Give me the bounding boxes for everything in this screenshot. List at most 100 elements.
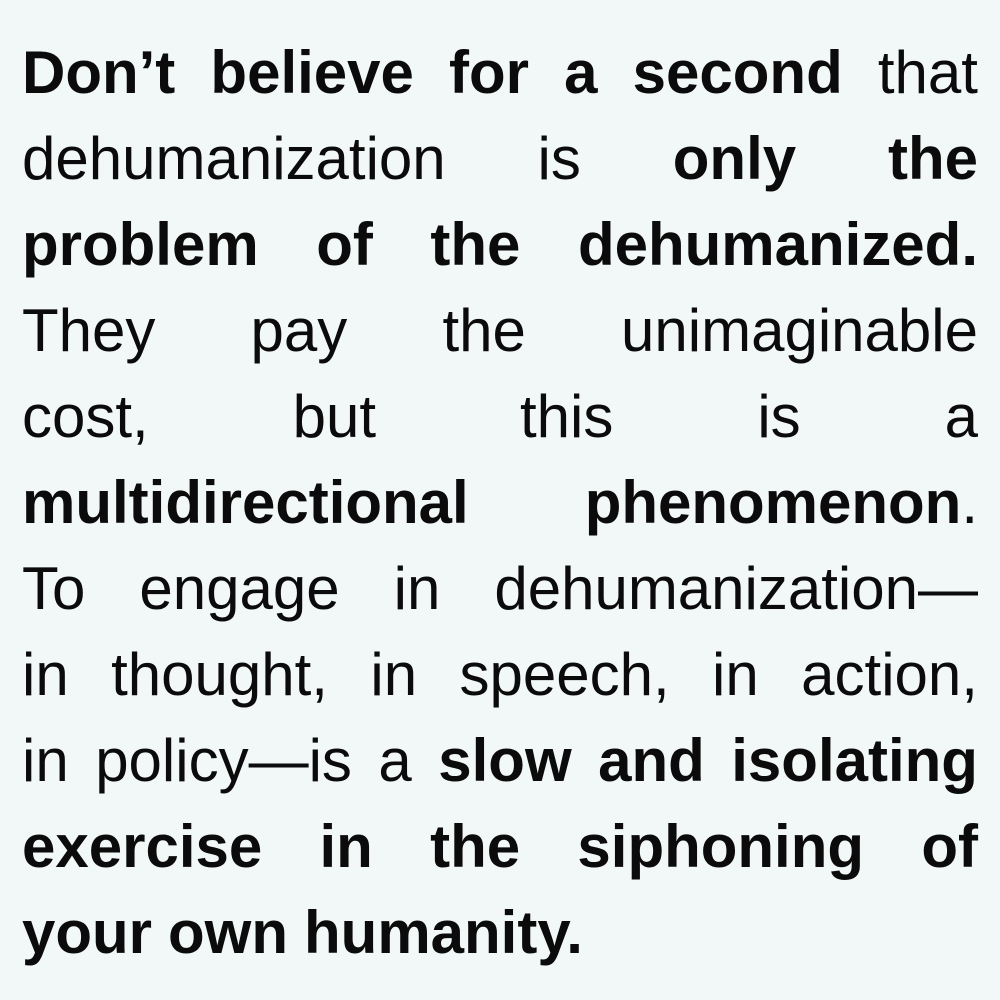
quote-line: problem of the dehumanized. (22, 202, 978, 288)
quote-word: action, (801, 632, 978, 718)
quote-line: exercise in the siphoning of (22, 804, 978, 890)
quote-word-bold: multidirectional (22, 460, 469, 546)
quote-word-text: second (632, 39, 843, 106)
quote-line: multidirectional phenomenon. (22, 460, 978, 546)
quote-word-text: They (22, 297, 156, 364)
quote-word-text: dehumanized. (577, 211, 978, 278)
quote-word-bold: in (320, 804, 373, 890)
quote-word-text: that (877, 39, 978, 106)
quote-line: Don’t believe for a second that (22, 30, 978, 116)
quote-word-text: exercise (22, 813, 263, 880)
quote-word-bold: the (430, 202, 520, 288)
quote-text: Don’t believe for a second that dehumanization… (22, 30, 978, 970)
quote-word-bold: siphoning (577, 804, 864, 890)
quote-word: that (878, 30, 978, 116)
quote-word-text: in (319, 813, 373, 880)
quote-word: is (757, 374, 800, 460)
quote-word-bold: the (430, 804, 520, 890)
quote-word-text: of (316, 211, 373, 278)
quote-word-bold: isolating (731, 718, 978, 804)
quote-line: To engage in dehumanization— (22, 546, 978, 632)
quote-word-text: policy—is (95, 727, 352, 794)
quote-word-text: a (944, 383, 978, 450)
quote-word-text: is (757, 383, 801, 450)
quote-word-bold: the (888, 116, 978, 202)
quote-word: thought, (111, 632, 328, 718)
quote-line: in thought, in speech, in action, (22, 632, 978, 718)
quote-word-text: and (598, 727, 705, 794)
quote-word-bold: exercise (22, 804, 262, 890)
quote-word-text: problem (22, 211, 259, 278)
quote-word-text: the (888, 125, 978, 192)
quote-word-text: the (442, 297, 526, 364)
quote-word-text: dehumanization— (494, 555, 978, 622)
quote-word: a (945, 374, 978, 460)
quote-word-text: isolating (731, 727, 978, 794)
quote-word-bold: humanity. (304, 890, 583, 976)
quote-word-bold: and (598, 718, 705, 804)
quote-word-text: your (22, 899, 153, 966)
quote-word-text: own (168, 899, 289, 966)
quote-word-bold: second (633, 30, 843, 116)
quote-word-bold: problem (22, 202, 259, 288)
quote-word-text: for (449, 39, 530, 106)
quote-word-text: speech, (459, 641, 670, 708)
quote-word-bold: only (673, 116, 796, 202)
quote-word-text: pay (250, 297, 348, 364)
quote-word-bold: your (22, 890, 152, 976)
quote-word-text: engage (139, 555, 340, 622)
quote-word-text: a (378, 727, 412, 794)
quote-word-text: the (430, 813, 521, 880)
quote-word-text: only (672, 125, 797, 192)
quote-word-text: in (22, 727, 69, 794)
quote-line: cost, but this is a (22, 374, 978, 460)
quote-word: cost, (22, 374, 149, 460)
quote-line: your own humanity. (22, 890, 978, 976)
quote-word-text: cost, (22, 383, 149, 450)
quote-word: unimaginable (621, 288, 978, 374)
quote-word-bold: a (564, 30, 597, 116)
quote-word: dehumanization— (494, 546, 978, 632)
quote-word: They (22, 288, 155, 374)
quote-line: in policy—is a slow and isolating (22, 718, 978, 804)
quote-word-text: in (393, 555, 441, 622)
quote-word-text: humanity. (304, 899, 583, 966)
quote-word-bold: phenomenon. (585, 460, 978, 546)
quote-word: dehumanization (22, 116, 446, 202)
quote-word-bold: for (449, 30, 529, 116)
quote-word: the (442, 288, 525, 374)
quote-word: To (22, 546, 85, 632)
quote-word-text: in (22, 641, 69, 708)
quote-word: but (293, 374, 376, 460)
quote-word-text: dehumanization (22, 125, 446, 192)
quote-word: in (370, 632, 417, 718)
quote-word-text: slow (438, 727, 572, 794)
quote-word-text: phenomenon (584, 469, 962, 536)
quote-word-text: the (430, 211, 521, 278)
quote-word-text: believe (210, 39, 414, 106)
quote-word-text: action, (801, 641, 978, 708)
quote-word-bold: believe (210, 30, 413, 116)
quote-word-text: in (712, 641, 759, 708)
quote-word-bold: of (921, 804, 978, 890)
quote-word-text: a (564, 39, 598, 106)
quote-word-text: Don’t (22, 39, 176, 106)
quote-word: in (22, 632, 69, 718)
quote-word: is (538, 116, 581, 202)
quote-word: in (394, 546, 441, 632)
quote-word-text: of (921, 813, 978, 880)
quote-word-text: this (520, 383, 614, 450)
quote-card: Don’t believe for a second that dehumanization… (0, 0, 1000, 1000)
quote-word-bold: dehumanized. (578, 202, 978, 288)
quote-word-bold: Don’t (22, 30, 175, 116)
quote-word-text: To (22, 555, 86, 622)
quote-word-bold: slow (438, 718, 571, 804)
quote-word: speech, (459, 632, 669, 718)
quote-word: pay (251, 288, 348, 374)
quote-word: in (712, 632, 759, 718)
quote-word-text: in (370, 641, 418, 708)
quote-word-text: is (537, 125, 581, 192)
quote-word-text: but (292, 383, 377, 450)
quote-word: policy—is (95, 718, 352, 804)
quote-word: a (378, 718, 411, 804)
